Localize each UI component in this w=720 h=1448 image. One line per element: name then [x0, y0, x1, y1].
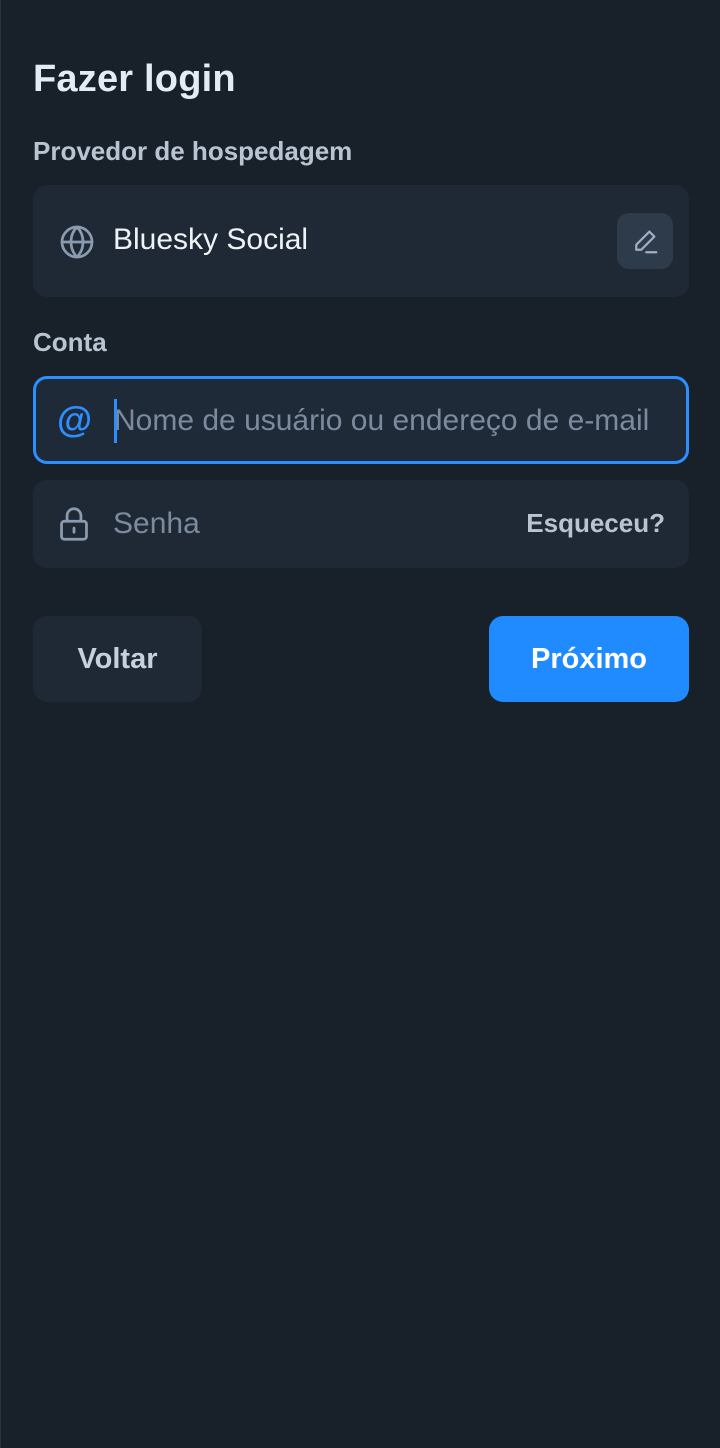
- next-button[interactable]: Próximo: [489, 616, 689, 702]
- at-icon: @: [57, 399, 93, 440]
- hosting-provider-card[interactable]: Bluesky Social: [33, 185, 689, 297]
- lock-icon: [57, 506, 93, 542]
- login-screen: Fazer login Provedor de hospedagem Blues…: [0, 0, 720, 1448]
- globe-icon: [59, 224, 95, 260]
- text-cursor: [114, 399, 117, 443]
- provider-section-label: Provedor de hospedagem: [33, 136, 353, 166]
- account-section-label: Conta: [33, 327, 107, 357]
- username-field[interactable]: @: [33, 376, 689, 464]
- edit-provider-button[interactable]: [617, 213, 673, 269]
- username-input[interactable]: [114, 399, 666, 443]
- forgot-password-link[interactable]: Esqueceu?: [526, 508, 665, 539]
- page-title: Fazer login: [33, 58, 236, 100]
- back-button[interactable]: Voltar: [33, 616, 202, 702]
- password-field[interactable]: Esqueceu?: [33, 480, 689, 568]
- password-input[interactable]: [113, 502, 503, 546]
- provider-name: Bluesky Social: [113, 223, 309, 256]
